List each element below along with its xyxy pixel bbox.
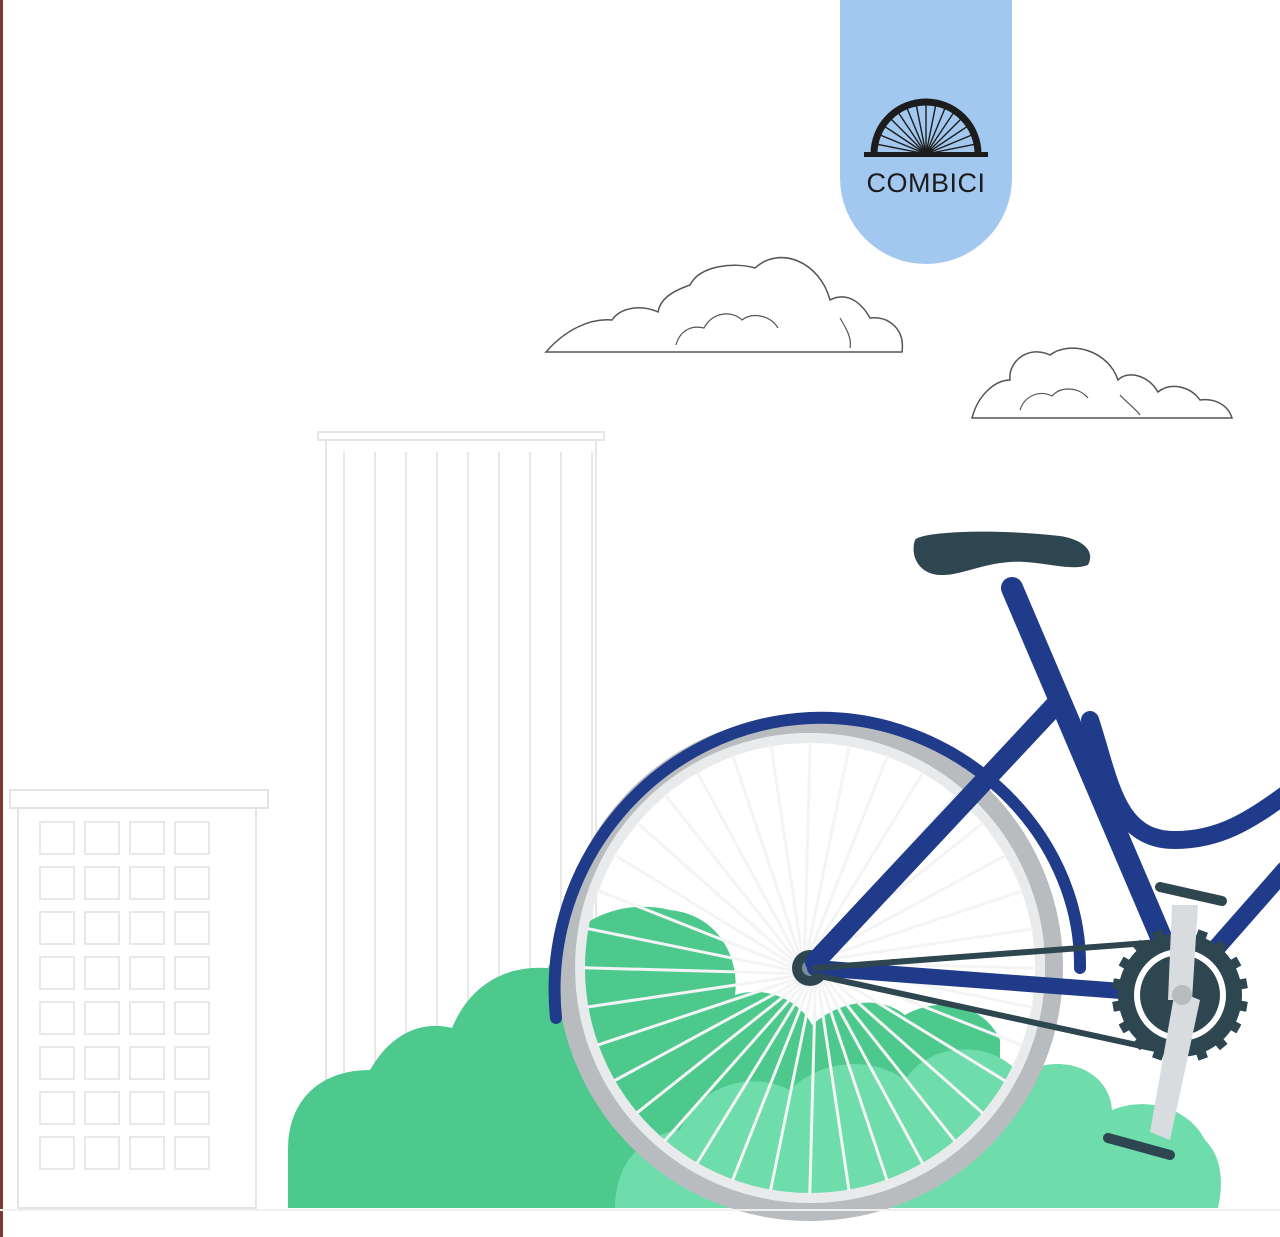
- saddle: [913, 531, 1091, 576]
- building-windows: [39, 821, 210, 1170]
- building-window: [174, 1001, 210, 1035]
- wheel-spoke: [769, 745, 804, 955]
- building-window: [39, 1046, 75, 1080]
- cloud-large-detail: [675, 313, 851, 349]
- building-window: [129, 1001, 165, 1035]
- building-window: [174, 911, 210, 945]
- building-window: [84, 1091, 120, 1125]
- building-window: [174, 956, 210, 990]
- building-window: [39, 956, 75, 990]
- building-window: [174, 821, 210, 855]
- building-window: [84, 956, 120, 990]
- building-window: [174, 1091, 210, 1125]
- building-window: [39, 866, 75, 900]
- brand-name: COMBICI: [866, 168, 986, 198]
- illustration-scene: [0, 256, 1280, 1221]
- building-window: [84, 911, 120, 945]
- building-window: [174, 866, 210, 900]
- chainring-tooth: [1112, 978, 1124, 990]
- building-window: [84, 1136, 120, 1170]
- wheel-logo-icon: [864, 98, 988, 157]
- pedal-top: [1155, 882, 1227, 906]
- building-window: [129, 866, 165, 900]
- building-window: [39, 1136, 75, 1170]
- chainring-tooth: [1236, 978, 1248, 990]
- building-window: [84, 1046, 120, 1080]
- left-building: [9, 789, 269, 1209]
- building-window: [129, 956, 165, 990]
- building-window: [39, 821, 75, 855]
- building-window: [174, 1046, 210, 1080]
- building-window: [129, 821, 165, 855]
- building-window: [129, 911, 165, 945]
- building-window: [39, 911, 75, 945]
- building-window: [39, 1001, 75, 1035]
- cloud-large: [544, 256, 904, 353]
- building-window: [84, 1001, 120, 1035]
- chainring-tooth: [1236, 1000, 1248, 1012]
- chainring-tooth: [1112, 1000, 1124, 1012]
- building-window: [84, 866, 120, 900]
- wheel-spoke: [803, 741, 812, 954]
- building-window: [129, 1091, 165, 1125]
- building-window: [174, 1136, 210, 1170]
- cloud-small-detail: [1019, 388, 1141, 416]
- building-window: [39, 1091, 75, 1125]
- building-window: [129, 1136, 165, 1170]
- building-window: [129, 1046, 165, 1080]
- brand-logo-tab[interactable]: COMBICI: [840, 0, 1012, 264]
- cloud-small: [971, 347, 1234, 419]
- building-window: [84, 821, 120, 855]
